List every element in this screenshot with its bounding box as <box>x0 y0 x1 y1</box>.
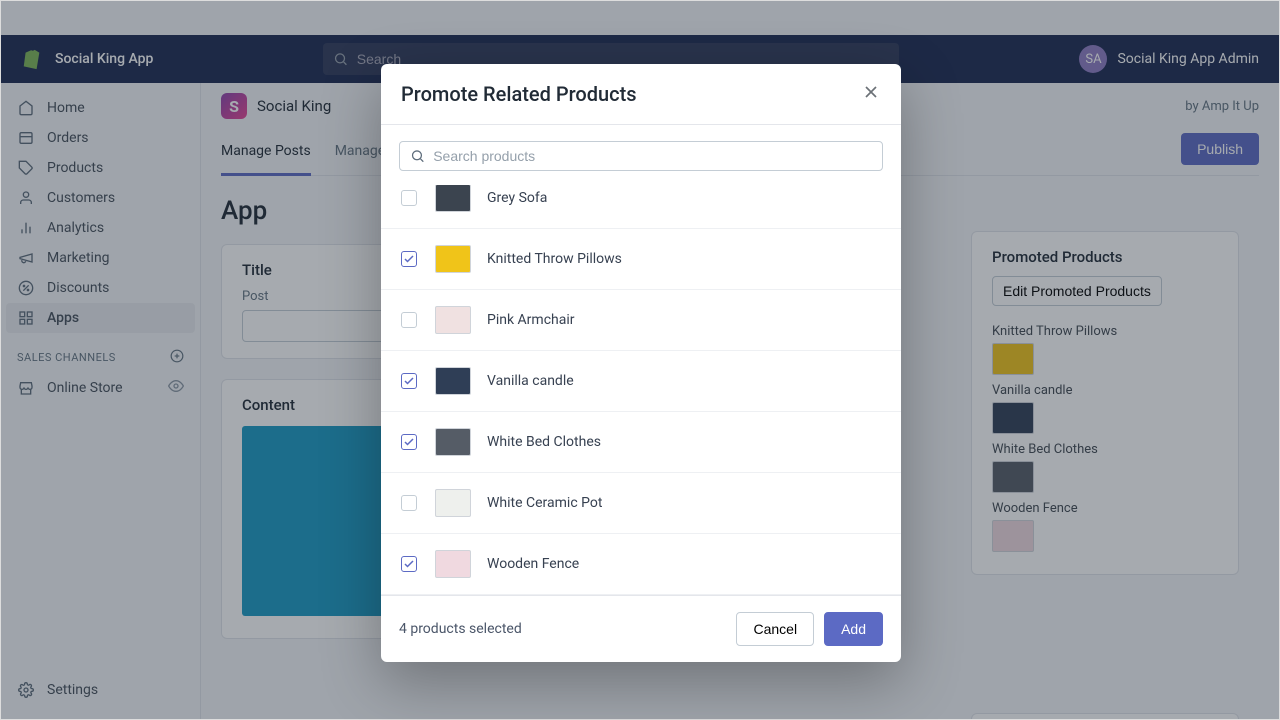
product-checkbox[interactable] <box>401 312 417 328</box>
product-name: White Bed Clothes <box>487 434 601 450</box>
product-name: Vanilla candle <box>487 373 574 389</box>
product-thumbnail <box>435 489 471 517</box>
cancel-button[interactable]: Cancel <box>736 612 814 646</box>
product-checkbox[interactable] <box>401 251 417 267</box>
product-name: White Ceramic Pot <box>487 495 602 511</box>
add-button[interactable]: Add <box>824 612 883 646</box>
product-checkbox[interactable] <box>401 434 417 450</box>
product-row[interactable]: Vanilla candle <box>381 351 901 412</box>
product-thumbnail <box>435 367 471 395</box>
modal-search-input[interactable] <box>433 148 872 164</box>
product-thumbnail <box>435 245 471 273</box>
promote-products-modal: Promote Related Products Grey Sofa Knitt… <box>381 64 901 662</box>
product-row[interactable]: Pink Armchair <box>381 290 901 351</box>
product-thumbnail <box>435 306 471 334</box>
product-row[interactable]: Wooden Fence <box>381 534 901 595</box>
modal-search <box>381 125 901 185</box>
product-row[interactable]: Grey Sofa <box>381 185 901 229</box>
product-checkbox[interactable] <box>401 190 417 206</box>
close-icon[interactable] <box>861 82 881 106</box>
product-thumbnail <box>435 428 471 456</box>
modal-footer: 4 products selected Cancel Add <box>381 595 901 662</box>
product-name: Wooden Fence <box>487 556 579 572</box>
modal-search-field[interactable] <box>399 141 883 171</box>
product-row[interactable]: White Ceramic Pot <box>381 473 901 534</box>
product-row[interactable]: Knitted Throw Pillows <box>381 229 901 290</box>
product-list[interactable]: Grey Sofa Knitted Throw Pillows Pink Arm… <box>381 185 901 595</box>
product-name: Pink Armchair <box>487 312 575 328</box>
product-checkbox[interactable] <box>401 495 417 511</box>
product-name: Knitted Throw Pillows <box>487 251 622 267</box>
selection-count: 4 products selected <box>399 621 522 637</box>
product-checkbox[interactable] <box>401 556 417 572</box>
product-checkbox[interactable] <box>401 373 417 389</box>
product-name: Grey Sofa <box>487 190 547 206</box>
modal-header: Promote Related Products <box>381 64 901 125</box>
modal-title: Promote Related Products <box>401 82 637 106</box>
product-thumbnail <box>435 185 471 212</box>
product-thumbnail <box>435 550 471 578</box>
product-row[interactable]: White Bed Clothes <box>381 412 901 473</box>
search-icon <box>410 148 425 164</box>
